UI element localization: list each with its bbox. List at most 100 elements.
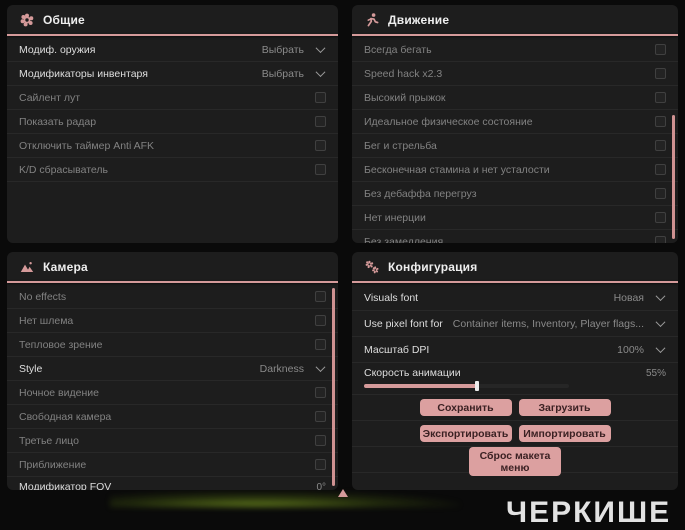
- load-button[interactable]: Загрузить: [518, 399, 611, 416]
- panel-header: Камера: [7, 252, 338, 281]
- row-label: K/D сбрасыватель: [19, 163, 109, 176]
- row-checkbox: Без дебаффа перегруз: [352, 182, 678, 206]
- row-label: Visuals font: [364, 291, 419, 304]
- dpi-scale-dropdown[interactable]: 100%: [617, 343, 666, 356]
- panel-general: Общие Модиф. оружия Выбрать Модификаторы и…: [7, 5, 338, 243]
- perfect-physical-condition-checkbox[interactable]: [655, 116, 666, 127]
- row-dropdown: Visuals font Новая: [352, 285, 678, 311]
- row-label: Всегда бегать: [364, 43, 432, 56]
- row-checkbox: Высокий прыжок: [352, 86, 678, 110]
- row-checkbox: Сайлент лут: [7, 86, 338, 110]
- animation-speed-slider[interactable]: [364, 381, 569, 391]
- row-label: No effects: [19, 290, 67, 303]
- flower-gear-icon: [20, 13, 34, 27]
- style-dropdown[interactable]: Darkness: [259, 362, 326, 375]
- night-vision-checkbox[interactable]: [315, 387, 326, 398]
- import-button[interactable]: Импортировать: [518, 425, 611, 442]
- thermal-vision-checkbox[interactable]: [315, 339, 326, 350]
- no-overload-debuff-checkbox[interactable]: [655, 188, 666, 199]
- header-underline: [7, 281, 338, 283]
- save-button[interactable]: Сохранить: [419, 399, 512, 416]
- row-label: Отключить таймер Anti AFK: [19, 139, 155, 152]
- chevron-down-icon: [655, 343, 666, 354]
- show-radar-checkbox[interactable]: [315, 116, 326, 127]
- header-underline: [352, 281, 678, 283]
- row-checkbox: Всегда бегать: [352, 38, 678, 62]
- row-label: Нет шлема: [19, 314, 74, 327]
- row-checkbox: Бесконечная стамина и нет усталости: [352, 158, 678, 182]
- scrollbar-thumb[interactable]: [672, 115, 675, 239]
- reset-menu-layout-button[interactable]: Сброс макета меню: [469, 447, 561, 476]
- kd-resetter-checkbox[interactable]: [315, 164, 326, 175]
- zoom-checkbox[interactable]: [315, 459, 326, 470]
- header-underline: [352, 34, 678, 36]
- row-label: Тепловое зрение: [19, 338, 103, 351]
- dropdown-value: Выбрать: [261, 43, 304, 56]
- mountains-photo-icon: [20, 260, 34, 274]
- third-person-checkbox[interactable]: [315, 435, 326, 446]
- row-checkbox: No effects: [7, 285, 338, 309]
- slider-value: 55%: [645, 367, 666, 379]
- dropdown-value: Darkness: [259, 362, 304, 375]
- panel-header: Конфигурация: [352, 252, 678, 281]
- always-run-checkbox[interactable]: [655, 44, 666, 55]
- dropdown-value: Выбрать: [261, 67, 304, 80]
- visuals-font-dropdown[interactable]: Новая: [613, 291, 666, 304]
- no-inertia-checkbox[interactable]: [655, 212, 666, 223]
- chevron-down-icon: [655, 291, 666, 302]
- row-checkbox: Приближение: [7, 453, 338, 477]
- row-label: Идеальное физическое состояние: [364, 115, 533, 128]
- row-checkbox: Без замедления: [352, 230, 678, 243]
- no-slowdown-checkbox[interactable]: [655, 236, 666, 243]
- chevron-down-icon: [315, 43, 326, 54]
- no-effects-checkbox[interactable]: [315, 291, 326, 302]
- free-camera-checkbox[interactable]: [315, 411, 326, 422]
- no-helmet-checkbox[interactable]: [315, 315, 326, 326]
- panel-title: Камера: [43, 259, 88, 274]
- row-buttons: Сохранить Загрузить: [352, 395, 678, 421]
- row-label: Бег и стрельба: [364, 139, 437, 152]
- row-label: Показать радар: [19, 115, 97, 128]
- row-checkbox: Нет инерции: [352, 206, 678, 230]
- panel-title: Движение: [388, 12, 450, 27]
- slider-handle[interactable]: [474, 381, 479, 391]
- infinite-stamina-checkbox[interactable]: [655, 164, 666, 175]
- row-checkbox: Speed hack x2.3: [352, 62, 678, 86]
- row-label: Style: [19, 362, 43, 375]
- panel-movement: Движение Всегда бегать Speed hack x2.3 Выс…: [352, 5, 678, 243]
- silent-loot-checkbox[interactable]: [315, 92, 326, 103]
- background-watermark: ЧЕРКИШЕ: [506, 496, 672, 529]
- row-checkbox: Тепловое зрение: [7, 333, 338, 357]
- rows-container: Модиф. оружия Выбрать Модификаторы инвента…: [7, 38, 338, 243]
- row-label: Модификатор FOV: [19, 481, 112, 490]
- panel-config: Конфигурация Visuals font Новая Use pixel …: [352, 252, 678, 490]
- row-checkbox: Идеальное физическое состояние: [352, 110, 678, 134]
- row-label: Без замедления: [364, 235, 444, 244]
- disable-anti-afk-timer-checkbox[interactable]: [315, 140, 326, 151]
- run-and-shoot-checkbox[interactable]: [655, 140, 666, 151]
- row-label: Третье лицо: [19, 434, 79, 447]
- row-label: Ночное видение: [19, 386, 99, 399]
- dropdown-value: Новая: [613, 291, 644, 304]
- scrollbar-thumb[interactable]: [332, 288, 335, 486]
- pixel-font-dropdown[interactable]: Container items, Inventory, Player flags…: [453, 317, 666, 330]
- chevron-down-icon: [315, 67, 326, 78]
- panel-title: Конфигурация: [388, 259, 478, 274]
- weapon-mod-dropdown[interactable]: Выбрать: [261, 43, 326, 56]
- speed-hack-checkbox[interactable]: [655, 68, 666, 79]
- rows-container: Visuals font Новая Use pixel font for Conta…: [352, 285, 678, 490]
- export-button[interactable]: Экспортировать: [419, 425, 512, 442]
- high-jump-checkbox[interactable]: [655, 92, 666, 103]
- row-slider: Модификатор FOV 0°: [7, 477, 338, 490]
- row-checkbox: Бег и стрельба: [352, 134, 678, 158]
- chevron-down-icon: [315, 362, 326, 373]
- row-checkbox: Показать радар: [7, 110, 338, 134]
- row-checkbox: Третье лицо: [7, 429, 338, 453]
- row-dropdown: Модиф. оружия Выбрать: [7, 38, 338, 62]
- panel-header: Движение: [352, 5, 678, 34]
- slider-value: 0°: [316, 481, 326, 491]
- row-label: Нет инерции: [364, 211, 426, 224]
- row-label: Высокий прыжок: [364, 91, 446, 104]
- runner-icon: [365, 12, 379, 27]
- inventory-mods-dropdown[interactable]: Выбрать: [261, 67, 326, 80]
